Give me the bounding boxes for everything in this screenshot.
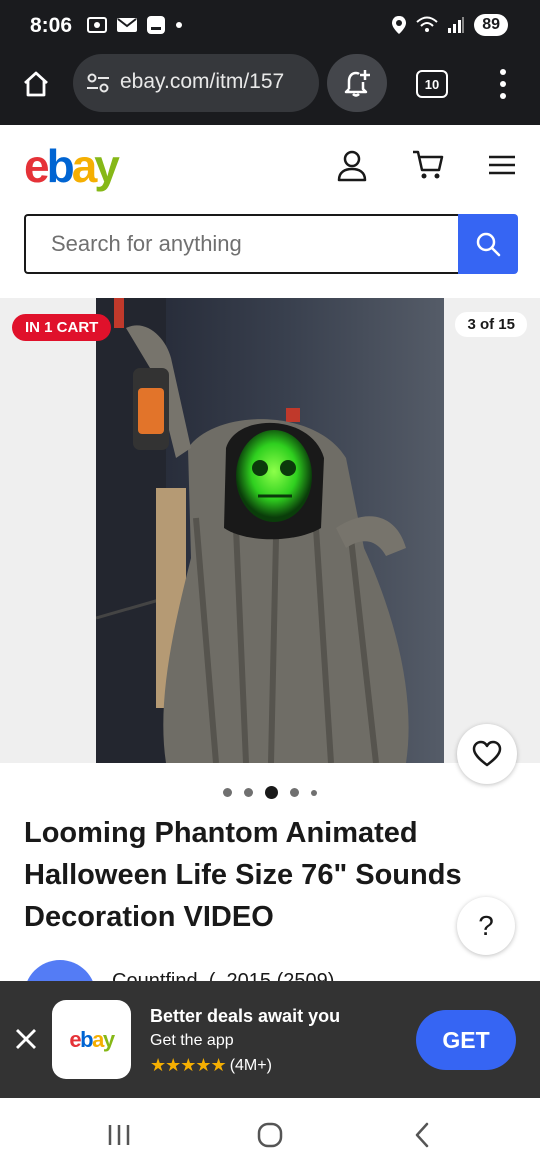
search-bar bbox=[24, 214, 518, 274]
help-button[interactable]: ? bbox=[457, 897, 515, 955]
pagination-dot[interactable] bbox=[223, 788, 232, 797]
grim-reaper-photo bbox=[96, 298, 444, 763]
in-cart-badge: IN 1 CART bbox=[12, 314, 112, 341]
menu-icon bbox=[489, 155, 515, 175]
pagination-dot[interactable] bbox=[244, 788, 253, 797]
banner-title: Better deals await you bbox=[150, 1006, 341, 1026]
message-icon bbox=[147, 16, 165, 34]
search-button[interactable] bbox=[458, 214, 518, 274]
cart-icon bbox=[413, 150, 444, 179]
home-nav-button[interactable] bbox=[250, 1120, 290, 1150]
signal-icon bbox=[448, 17, 465, 33]
account-icon bbox=[337, 150, 367, 182]
battery-indicator: 89 bbox=[474, 14, 508, 36]
status-right: 89 bbox=[391, 14, 508, 36]
close-icon bbox=[16, 1029, 36, 1049]
notify-button[interactable] bbox=[327, 54, 387, 112]
more-vert-icon[interactable] bbox=[493, 67, 513, 101]
banner-subtitle: Get the app bbox=[150, 1032, 234, 1049]
wifi-icon bbox=[416, 16, 438, 32]
bell-plus-icon bbox=[344, 70, 370, 97]
get-app-button[interactable]: GET bbox=[416, 1010, 516, 1070]
heart-icon bbox=[472, 740, 502, 767]
banner-close-button[interactable] bbox=[10, 1023, 42, 1055]
notification-icons bbox=[86, 15, 184, 35]
rating-count: (4M+) bbox=[229, 1056, 272, 1074]
back-button[interactable] bbox=[402, 1120, 442, 1150]
search-input[interactable] bbox=[24, 214, 459, 274]
site-header: ebay bbox=[0, 125, 540, 205]
pagination-dot[interactable] bbox=[290, 788, 299, 797]
address-bar[interactable]: ebay.com/itm/157 bbox=[73, 54, 319, 112]
gallery-pagination bbox=[0, 786, 540, 799]
status-time: 8:06 bbox=[30, 14, 73, 37]
image-counter: 3 of 15 bbox=[455, 312, 527, 337]
ebay-logo[interactable]: ebay bbox=[24, 139, 120, 193]
recents-button[interactable] bbox=[99, 1120, 139, 1150]
pagination-dot[interactable] bbox=[311, 789, 317, 796]
pagination-dot[interactable] bbox=[265, 786, 278, 799]
ebay-app-icon: ebay bbox=[52, 1000, 131, 1079]
app-install-banner: ebay Better deals await you Get the app … bbox=[0, 981, 540, 1098]
back-icon bbox=[415, 1122, 429, 1148]
screenshot-icon bbox=[87, 17, 107, 33]
cart-button[interactable] bbox=[410, 147, 446, 183]
star-rating-icon: ★★★★★ bbox=[150, 1055, 227, 1075]
mail-icon bbox=[117, 18, 137, 32]
status-bar: 8:06 89 bbox=[0, 0, 540, 50]
home-button[interactable] bbox=[16, 64, 56, 104]
tab-switcher-button[interactable]: 10 bbox=[416, 70, 448, 98]
location-icon bbox=[392, 16, 407, 34]
home-icon bbox=[24, 71, 48, 97]
system-nav-bar bbox=[0, 1098, 540, 1170]
url-text: ebay.com/itm/157 bbox=[120, 70, 285, 93]
app-rating: ★★★★★ (4M+) bbox=[150, 1055, 272, 1076]
menu-button[interactable] bbox=[484, 147, 520, 183]
product-photo[interactable] bbox=[96, 298, 444, 763]
tune-icon[interactable] bbox=[85, 71, 111, 95]
dot-icon bbox=[176, 22, 182, 28]
image-gallery[interactable]: IN 1 CART 3 of 15 bbox=[0, 298, 540, 763]
watch-button[interactable] bbox=[457, 724, 517, 784]
recents-icon bbox=[108, 1125, 130, 1145]
account-button[interactable] bbox=[334, 147, 370, 183]
browser-toolbar: ebay.com/itm/157 10 bbox=[0, 50, 540, 125]
home-circle-icon bbox=[257, 1122, 283, 1148]
search-icon bbox=[476, 232, 501, 257]
listing-title: Looming Phantom Animated Halloween Life … bbox=[24, 817, 462, 933]
